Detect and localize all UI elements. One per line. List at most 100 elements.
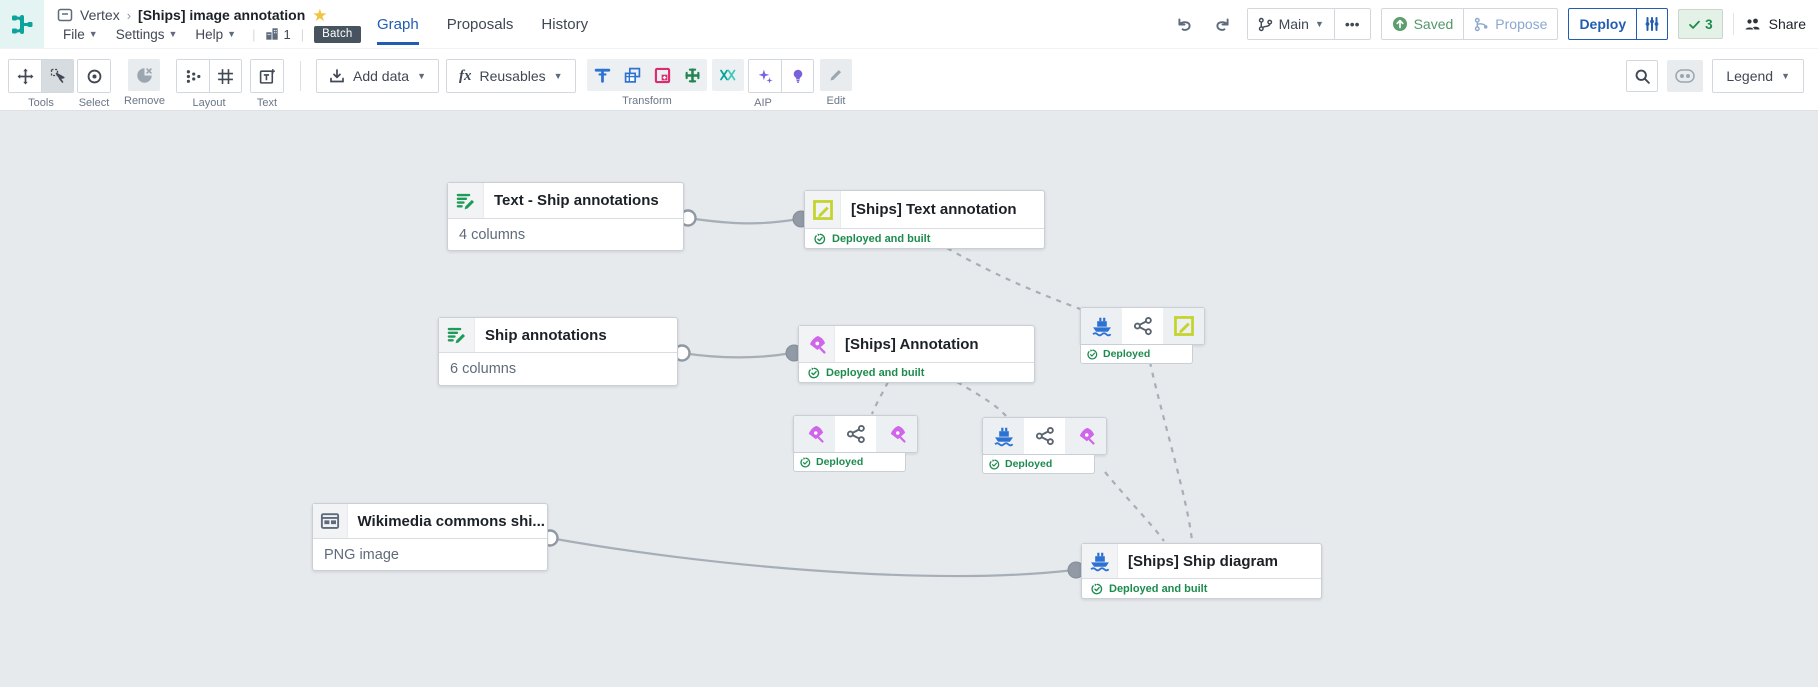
node-output-ships-annotation[interactable]: [Ships] Annotation Deployed and built — [798, 325, 1035, 383]
breadcrumb-separator: › — [126, 7, 132, 23]
node-dataset-text-ship-annotations[interactable]: Text - Ship annotations 4 columns — [447, 182, 684, 251]
node-group-ship-text[interactable]: Deployed — [1080, 307, 1205, 364]
transform-aggregate-button[interactable] — [677, 59, 707, 91]
node-title: [Ships] Text annotation — [851, 201, 1017, 218]
deployed-check-icon — [1091, 583, 1103, 594]
chevron-down-icon: ▼ — [1314, 19, 1324, 29]
aip-suggest-button[interactable] — [781, 60, 813, 92]
edge-solid[interactable] — [681, 351, 793, 359]
pipeline-logo-icon — [12, 15, 33, 34]
pen-icon — [799, 326, 835, 362]
legend-button[interactable]: Legend ▼ — [1712, 59, 1804, 93]
node-title: [Ships] Ship diagram — [1128, 552, 1279, 570]
aip-group: AIP — [712, 59, 814, 109]
node-title: Wikimedia commons shi... — [357, 512, 545, 530]
reusables-button[interactable]: fx Reusables ▼ — [446, 59, 576, 93]
branch-selector[interactable]: Main ▼ — [1248, 9, 1334, 39]
edge-solid[interactable] — [687, 216, 800, 225]
node-output-ships-ship-diagram[interactable]: [Ships] Ship diagram Deployed and built — [1081, 543, 1322, 599]
page-title: [Ships] image annotation — [138, 7, 306, 23]
grid-layout-button[interactable] — [209, 60, 241, 92]
edit-button[interactable] — [820, 59, 852, 91]
transform-filter-button[interactable] — [587, 59, 617, 91]
chevron-down-icon: ▼ — [168, 29, 178, 39]
resource-count[interactable]: 1 — [265, 27, 291, 42]
tab-graph[interactable]: Graph — [377, 0, 419, 48]
node-group-annotation-pens[interactable]: Deployed — [793, 415, 918, 472]
menu-file[interactable]: File ▼ — [57, 26, 104, 43]
chevron-down-icon: ▼ — [553, 71, 563, 81]
graph-canvas[interactable]: Text - Ship annotations 4 columns [Ships… — [0, 110, 1818, 687]
checks-badge[interactable]: 3 — [1678, 9, 1723, 39]
deploy-button[interactable]: Deploy — [1569, 9, 1636, 39]
branch-more-button[interactable]: ••• — [1333, 9, 1370, 39]
redo-button[interactable] — [1209, 10, 1237, 38]
aip-assist-button[interactable] — [749, 60, 781, 92]
deploy-settings-button[interactable] — [1636, 9, 1667, 39]
divider: | — [300, 26, 305, 42]
select-group: Select — [77, 59, 111, 109]
node-group-ship-pen[interactable]: Deployed — [982, 417, 1107, 474]
vertex-logo[interactable] — [0, 0, 44, 48]
git-propose-icon — [1475, 17, 1488, 31]
lightbulb-icon — [793, 69, 802, 83]
window-icon — [57, 8, 73, 22]
annotation-square-icon — [805, 191, 841, 228]
edge-dashed[interactable] — [946, 247, 1084, 312]
divider — [1732, 13, 1734, 35]
undo-button[interactable] — [1171, 10, 1199, 38]
edit-label: Edit — [826, 95, 846, 107]
tab-history[interactable]: History — [541, 0, 588, 48]
edge-dashed[interactable] — [956, 381, 1007, 417]
add-data-group: Add data ▼ — [316, 59, 439, 93]
menu-help[interactable]: Help ▼ — [189, 26, 242, 43]
chevron-down-icon: ▼ — [227, 29, 237, 39]
saved-button[interactable]: Saved — [1382, 9, 1464, 39]
search-icon — [1635, 69, 1650, 84]
node-status: Deployed — [982, 454, 1095, 474]
dataset-edit-icon — [448, 183, 484, 218]
menu-settings[interactable]: Settings ▼ — [110, 26, 184, 43]
minimap-toggle[interactable] — [1667, 60, 1704, 92]
pan-tool-button[interactable] — [9, 60, 41, 92]
toolbar-divider — [300, 61, 301, 91]
node-dataset-wikimedia-commons[interactable]: Wikimedia commons shi... PNG image — [312, 503, 548, 571]
transform-group: Transform — [587, 59, 707, 107]
add-data-button[interactable]: Add data ▼ — [316, 59, 439, 93]
remove-button[interactable] — [128, 59, 161, 91]
edge-solid[interactable] — [549, 536, 1075, 578]
node-output-ships-text-annotation[interactable]: [Ships] Text annotation Deployed and bui… — [804, 190, 1045, 249]
move-icon — [17, 68, 33, 84]
share-button[interactable]: Share — [1744, 16, 1806, 32]
transform-pivot-button[interactable] — [647, 59, 677, 91]
search-button[interactable] — [1626, 60, 1659, 92]
deployed-check-icon — [989, 459, 1000, 469]
chevron-down-icon: ▼ — [1781, 71, 1790, 81]
aip-weave-button[interactable] — [712, 59, 744, 91]
edge-dashed[interactable] — [1104, 471, 1165, 542]
graph-toolbar: Tools Select Remove Layout Text Add data… — [0, 48, 1818, 110]
edge-dashed[interactable] — [870, 381, 889, 415]
node-status: Deployed and built — [1082, 579, 1321, 598]
deployed-check-icon — [1087, 349, 1098, 359]
active-tab-underline — [377, 42, 419, 45]
select-connected-button[interactable] — [78, 60, 110, 92]
select-tool-button[interactable] — [41, 60, 73, 92]
add-text-button[interactable] — [251, 60, 283, 92]
pen-icon — [876, 416, 917, 452]
text-group: Text — [250, 59, 284, 109]
favorite-star-icon[interactable]: ★ — [312, 7, 327, 24]
edge-dashed[interactable] — [1148, 361, 1194, 542]
grid-icon — [218, 68, 233, 84]
transform-join-button[interactable] — [617, 59, 647, 91]
filter-t-icon — [594, 68, 610, 83]
node-subtitle: 6 columns — [450, 361, 517, 377]
share-icon — [1024, 418, 1065, 454]
check-icon — [1689, 20, 1700, 29]
edit-group: Edit — [820, 59, 852, 107]
propose-button[interactable]: Propose — [1463, 9, 1557, 39]
node-dataset-ship-annotations[interactable]: Ship annotations 6 columns — [438, 317, 678, 386]
tab-proposals[interactable]: Proposals — [447, 0, 514, 48]
breadcrumb-app[interactable]: Vertex — [80, 7, 120, 23]
auto-layout-button[interactable] — [177, 60, 209, 92]
